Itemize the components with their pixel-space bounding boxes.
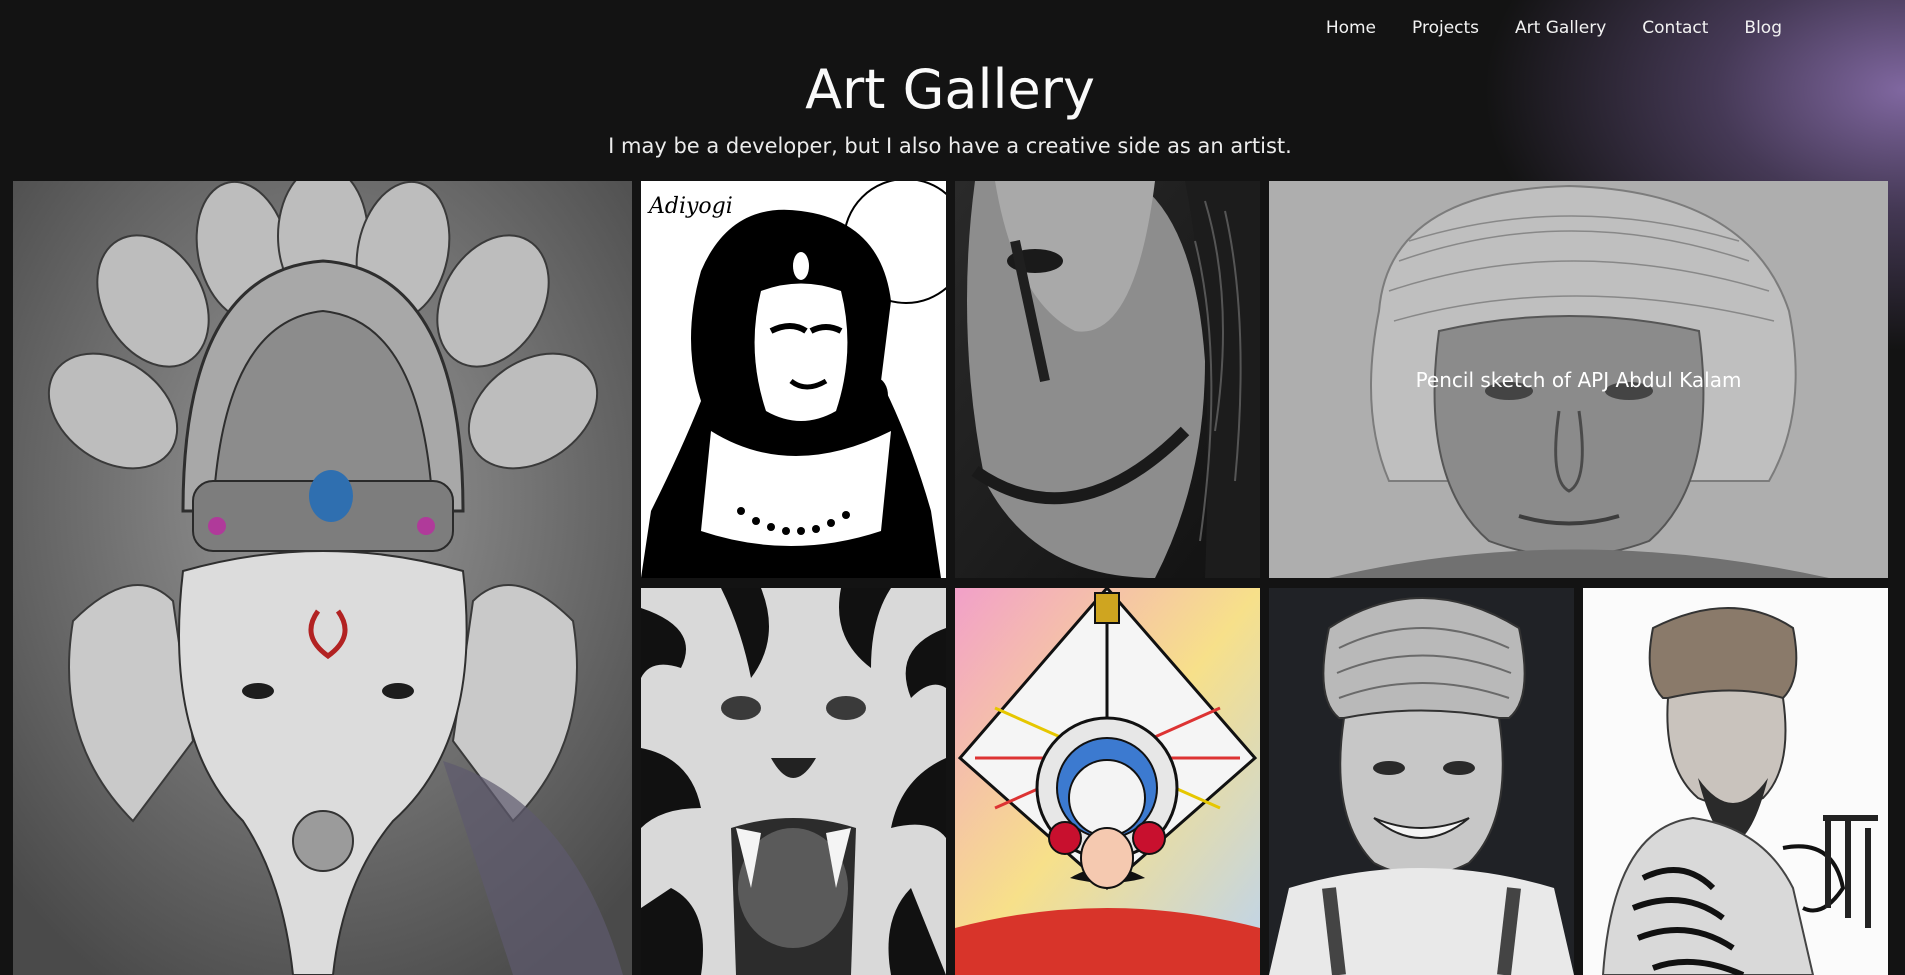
- nav-contact-link[interactable]: Contact: [1624, 17, 1726, 39]
- rajkumar-sketch-image: [1269, 588, 1574, 975]
- gallery-image-kalam[interactable]: Pencil sketch of APJ Abdul Kalam: [1269, 181, 1888, 578]
- adiyogi-signature: Adiyogi: [647, 194, 733, 219]
- image-caption: Pencil sketch of APJ Abdul Kalam: [1415, 367, 1742, 392]
- yakshagana-art-image: [955, 588, 1260, 975]
- page-subtitle: I may be a developer, but I also have a …: [608, 134, 1292, 158]
- gallery-image-rajkumar[interactable]: [1269, 588, 1574, 975]
- nav-projects-link[interactable]: Projects: [1394, 17, 1497, 39]
- gallery-image-yakshagana[interactable]: [955, 588, 1260, 975]
- tiger-sketch-image: [641, 588, 946, 975]
- page-title: Art Gallery: [805, 58, 1095, 121]
- nav-home-link[interactable]: Home: [1308, 17, 1394, 39]
- adiyogi-ink-image: Adiyogi: [641, 181, 946, 578]
- shivaji-sketch-image: [1583, 588, 1888, 975]
- gallery-image-adiyogi[interactable]: Adiyogi: [641, 181, 946, 578]
- page: Home Projects Art Gallery Contact Blog A…: [0, 0, 1905, 975]
- ganesha-sketch-image: [13, 181, 632, 975]
- gallery-image-joker[interactable]: [955, 181, 1260, 578]
- nav-art-gallery-link[interactable]: Art Gallery: [1497, 17, 1624, 39]
- joker-sketch-image: [955, 181, 1260, 578]
- gallery-image-shivaji[interactable]: [1583, 588, 1888, 975]
- nav-blog-link[interactable]: Blog: [1726, 17, 1800, 39]
- gallery-image-tiger[interactable]: [641, 588, 946, 975]
- top-nav: Home Projects Art Gallery Contact Blog: [1308, 17, 1800, 39]
- gallery-image-ganesha[interactable]: [13, 181, 632, 975]
